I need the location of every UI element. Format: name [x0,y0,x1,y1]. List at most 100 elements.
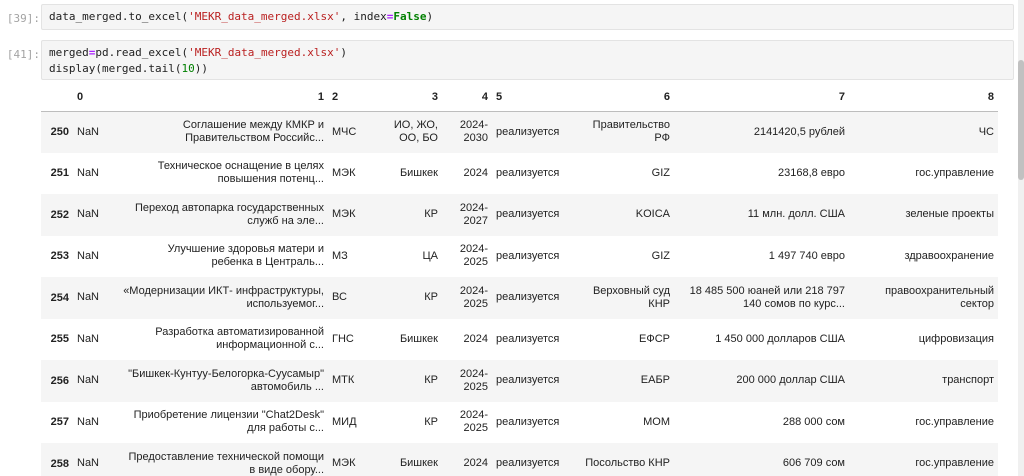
column-header: 1 [113,83,328,112]
code-string: 'MEKR_data_merged.xlsx' [188,46,341,59]
table-cell-col-1: Предоставление технической помощи в виде … [113,443,328,476]
table-cell-col-2: МЭК [332,208,356,221]
code-token: display(merged.tail( [49,62,182,75]
cell-line: "Бишкек-Кунтуу-Белогорка-Суусамыр" [128,367,324,380]
table-cell-col-2: ВС [332,291,347,304]
cell-output: 0 1 2 3 4 5 6 7 8 250 NaN Соглашение между… [41,83,1016,476]
code-editor[interactable]: merged=pd.read_excel('MEKR_data_merged.x… [41,40,1014,80]
cell-line: КР [424,415,438,428]
table-cell-col-8: гос.управление [849,402,998,444]
table-cell-col-4: 2024- 2025 [442,360,492,402]
cell-line: зеленые проекты [905,208,994,221]
table-cell-col-8: гос.управление [849,153,998,195]
table-row: 253 NaN Улучшение здоровья матери и ребенка… [41,236,998,278]
table-cell-col-1: Улучшение здоровья матери и ребенка в Цен… [113,236,328,278]
row-index: 256 [50,374,69,387]
cell-line: цифровизация [918,332,994,345]
table-cell-col-5: реализуется [496,374,560,387]
row-index: 250 [50,126,69,138]
column-header: 2 [328,83,374,112]
row-index: 258 [50,457,69,470]
table-cell-col-4: 2024- 2025 [442,277,492,319]
cell-line: Бишкек [399,457,438,470]
code-token: ) [426,10,434,23]
column-header: 5 [492,83,564,112]
table-cell-col-0: NaN [77,249,100,262]
cell-line: 2141420,5 рублей [753,125,845,138]
table-cell-col-1: Переход автопарка государственных служб н… [113,194,328,236]
cell-line: ЕФСР [639,332,670,345]
cell-line: КНР [648,297,670,310]
table-cell-col-3: КР [374,360,442,402]
table-cell-col-8: зеленые проекты [849,194,998,236]
table-cell-col-7: 18 485 500 юаней или 218 797 140 сомов по… [674,277,849,319]
code-number: 10 [181,62,195,75]
column-header: 8 [849,83,998,112]
cell-line: 23168,8 евро [777,166,845,179]
cell-line: КР [424,291,438,304]
table-cell-col-2: МИД [332,415,357,428]
scrollbar-thumb[interactable] [1018,60,1024,180]
row-index: 255 [50,333,69,346]
cell-line: ребенка в Централь... [211,256,324,269]
table-cell-col-0: NaN [77,166,100,179]
table-cell-col-4: 2024- 2030 [442,111,492,153]
table-header-row: 0 1 2 3 4 5 6 7 8 [41,83,998,112]
table-cell-col-1: "Бишкек-Кунтуу-Белогорка-Суусамыр" автомо… [113,360,328,402]
dataframe-table: 0 1 2 3 4 5 6 7 8 250 NaN Соглашение между… [41,83,998,476]
table-cell-col-5: реализуется [496,291,560,304]
table-cell-col-6: ЕФСР [564,319,674,361]
cell-line: КР [424,374,438,387]
cell-line: 2024- [459,201,488,214]
table-cell-col-2: МЧС [332,125,357,138]
cell-prompt: [41]: [6,48,40,61]
table-cell-col-3: Бишкек [374,319,442,361]
code-editor[interactable]: data_merged.to_excel('MEKR_data_merged.x… [41,4,1014,30]
cell-line: «Модернизации ИКТ- инфраструктуры, [123,284,324,297]
table-row: 254 NaN «Модернизации ИКТ- инфраструктуры,… [41,277,998,319]
cell-line: GIZ [651,249,670,262]
cell-line: Правительство [592,119,670,131]
cell-line: 140 сомов по курс... [743,297,845,310]
table-cell-col-8: цифровизация [849,319,998,361]
cell-line: Соглашение между КМКР и [182,119,324,131]
cell-line: 2025 [463,422,488,435]
table-row: 256 NaN "Бишкек-Кунтуу-Белогорка-Суусамыр"… [41,360,998,402]
vertical-scrollbar[interactable] [1018,0,1024,476]
table-cell-col-0: NaN [77,332,100,345]
table-cell-col-2: ГНС [332,332,354,345]
table-cell-col-6: GIZ [564,153,674,195]
cell-line: 606 709 сом [782,457,845,470]
code-token: data_merged.to_excel( [49,10,189,23]
table-cell-col-2: МЗ [332,249,348,262]
table-cell-col-6: GIZ [564,236,674,278]
table-cell-col-5: реализуется [496,332,560,345]
cell-line: 2030 [463,132,488,144]
cell-line: ИО, ЖО, [393,119,438,131]
cell-line: 2024 [463,166,488,179]
column-header: 6 [564,83,674,112]
table-cell-col-6: МОМ [564,402,674,444]
cell-line: Верховный суд [592,284,670,297]
index-header [41,83,73,112]
cell-line: 2024- [459,119,488,131]
table-cell-col-0: NaN [77,291,100,304]
table-cell-col-7: 606 709 сом [674,443,849,476]
table-cell-col-6: ЕАБР [564,360,674,402]
cell-line: Переход автопарка государственных [134,201,324,214]
cell-line: в виде обору... [249,463,324,476]
table-cell-col-4: 2024- 2027 [442,194,492,236]
table-cell-col-0: NaN [77,374,100,387]
cell-line: ЧС [978,125,994,138]
cell-line: GIZ [651,166,670,179]
table-cell-col-1: Техническое оснащение в целях повышения п… [113,153,328,195]
table-row: 257 NaN Приобретение лицензии "Chat2Desk" д… [41,402,998,444]
cell-line: правоохранительный [885,284,994,297]
table-cell-col-5: реализуется [496,249,560,262]
table-cell-col-6: KOICA [564,194,674,236]
row-index: 253 [50,250,69,263]
cell-line: служб на эле... [247,214,324,227]
table-cell-col-8: правоохранительный сектор [849,277,998,319]
cell-line: РФ [654,132,670,144]
cell-line: 2025 [463,380,488,393]
